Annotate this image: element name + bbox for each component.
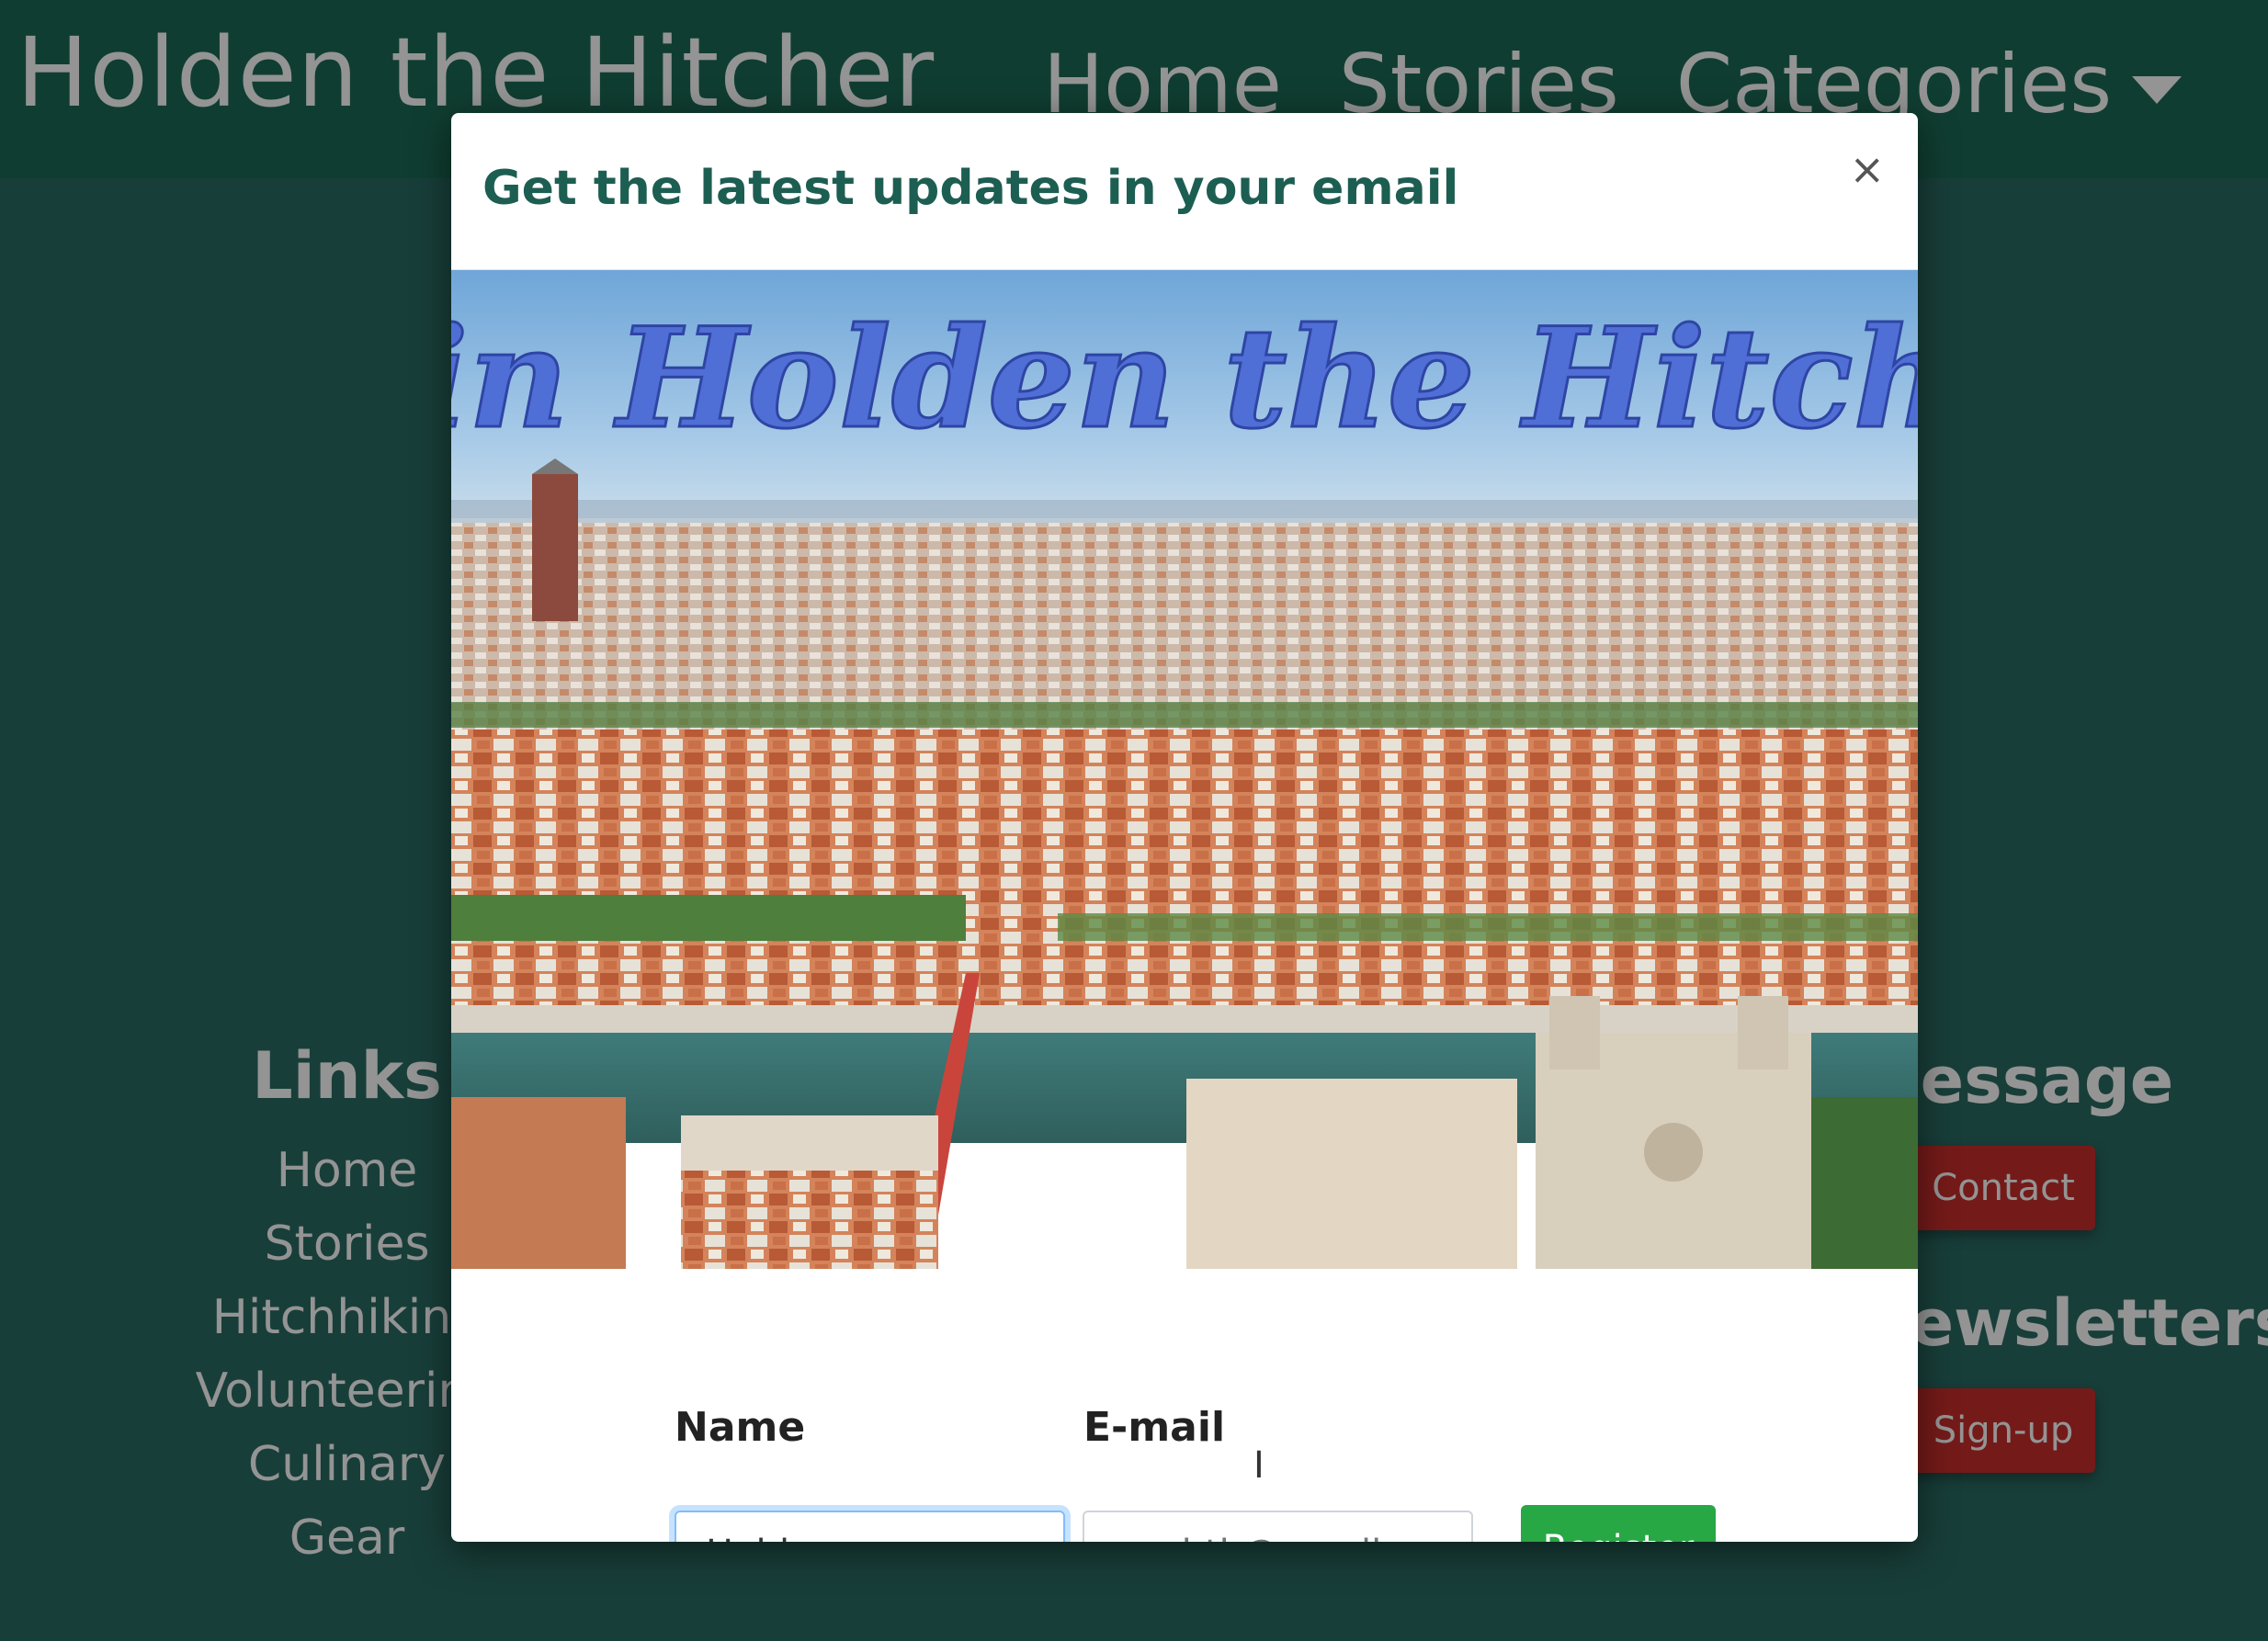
banner-heading: Join Holden the Hitcher xyxy=(451,298,1918,459)
email-input[interactable] xyxy=(1083,1511,1473,1542)
signup-modal: Get the latest updates in your email × n… xyxy=(451,113,1918,1542)
register-button[interactable]: Register xyxy=(1521,1505,1716,1542)
city-banner-image: Join Holden the Hitcher xyxy=(451,269,1918,1269)
modal-title: Get the latest updates in your email xyxy=(482,161,1459,216)
name-label: Name xyxy=(675,1404,806,1451)
close-icon[interactable]: × xyxy=(1849,148,1885,190)
text-cursor-icon: I xyxy=(1253,1444,1264,1487)
email-label: E-mail xyxy=(1083,1404,1226,1451)
name-input[interactable] xyxy=(675,1511,1065,1542)
signup-form: Name E-mail Register xyxy=(451,1268,1918,1542)
